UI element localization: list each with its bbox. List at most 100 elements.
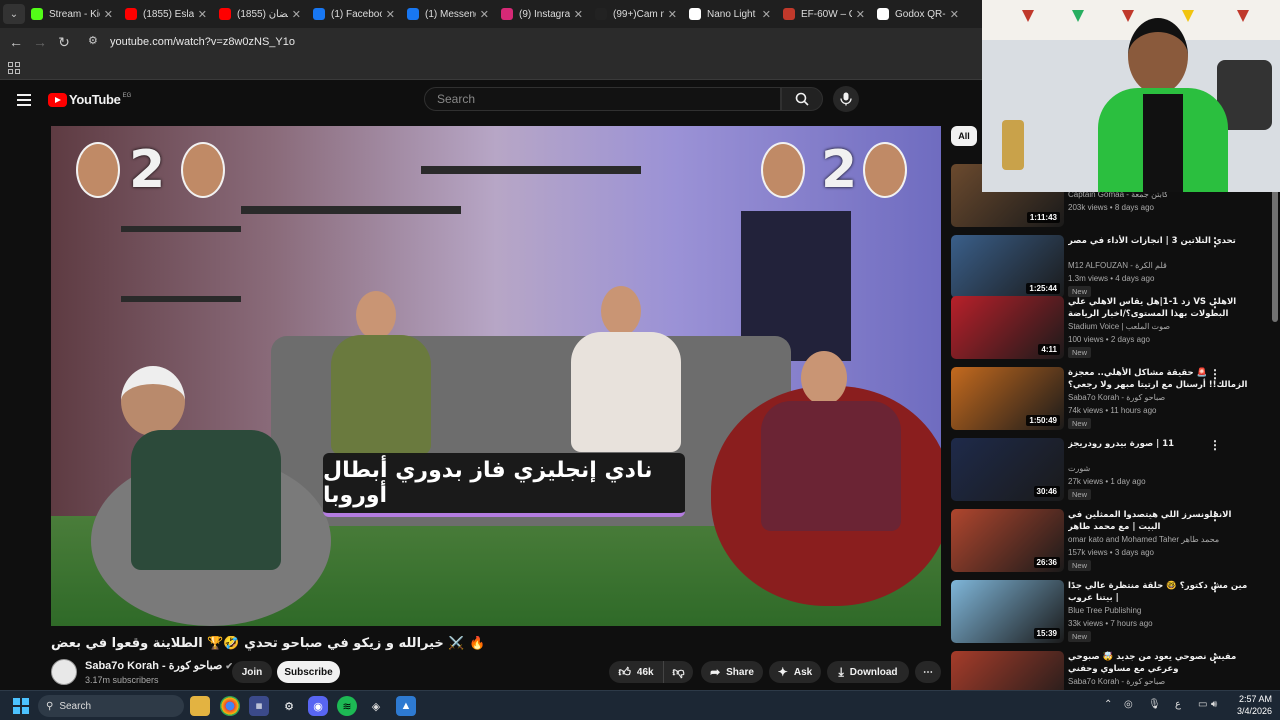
recommended-video[interactable]: 15:39 مين مش دكتور؟ 🤓 حلقة منتظرة عالي جد… [951, 580, 1273, 647]
more-vertical-icon[interactable]: ⋮ [1209, 368, 1221, 380]
filter-chip-all[interactable]: All [951, 126, 977, 146]
like-count: 46k [636, 666, 654, 678]
youtube-logo[interactable]: YouTube EG [48, 92, 131, 107]
volume-icon[interactable]: 🔊︎ [1211, 699, 1217, 710]
back-arrow-icon[interactable]: ← [4, 34, 28, 50]
keyboard-language[interactable]: ع [1175, 699, 1181, 710]
recommended-video-title[interactable]: 🚨 حقيقة مشاكل الأهلي.. معجزة الزمالك!! أ… [1068, 367, 1248, 391]
tab-close-icon[interactable]: ✕ [762, 8, 771, 21]
download-button[interactable]: ⤓ Download [827, 661, 909, 683]
country-code: EG [122, 92, 132, 99]
streamer [1098, 18, 1228, 192]
video-thumbnail[interactable]: 15:39 [951, 580, 1064, 643]
video-thumbnail[interactable]: 1:50:49 [951, 367, 1064, 430]
tab-close-icon[interactable]: ✕ [104, 8, 113, 21]
taskbar-search[interactable]: ⚲ Search [38, 695, 184, 717]
more-vertical-icon[interactable]: ⋮ [1209, 297, 1221, 309]
browser-tab[interactable]: (99+)Cam m ✕ [589, 0, 683, 28]
site-info-icon[interactable]: ⚙ [88, 34, 104, 50]
more-vertical-icon[interactable]: ⋮ [1209, 581, 1221, 593]
network-icon[interactable]: ▭ [1198, 699, 1207, 710]
team-face-right-2 [863, 142, 907, 198]
recommended-video-title[interactable]: الاهلي VS زد 1-1|هل يقاس الاهلي علي البط… [1068, 296, 1248, 320]
join-button[interactable]: Join [232, 661, 272, 683]
subscribe-button[interactable]: Subscribe [277, 661, 340, 683]
recommended-video[interactable]: 1:25:44 تحدي التلاتين 3 | انجازات الأداء … [951, 235, 1273, 302]
recommended-channel-name[interactable]: شورت [1068, 464, 1090, 473]
search-input[interactable]: Search [424, 87, 781, 111]
recommended-channel-name[interactable]: Saba7o Korah - صباحو كورة [1068, 677, 1165, 686]
tab-close-icon[interactable]: ✕ [856, 8, 865, 21]
more-vertical-icon[interactable]: ⋮ [1209, 652, 1221, 664]
recommended-video-title[interactable]: مفيش نصوحي يعود من جديد 🤯 صبوحي وعرعي مع… [1068, 651, 1248, 675]
browser-tab[interactable]: Nano Light ✕ [683, 0, 777, 28]
recommended-video[interactable]: 30:46 11 | صورة بيدرو رودريجز شورت 27k view… [951, 438, 1273, 505]
spotify-icon[interactable]: ≋ [337, 696, 357, 716]
menu-hamburger-icon[interactable] [17, 94, 31, 109]
browser-tab[interactable]: (1855) رمضان ✕ [213, 0, 307, 28]
system-clock[interactable]: 2:57 AM 3/4/2026 [1224, 693, 1272, 717]
more-vertical-icon[interactable]: ⋮ [1209, 439, 1221, 451]
forward-arrow-icon[interactable]: → [28, 34, 52, 50]
more-vertical-icon[interactable]: ⋮ [1209, 236, 1221, 248]
recommended-channel-name[interactable]: Saba7o Korah - صباحو كورة [1068, 393, 1165, 402]
recommended-channel-name[interactable]: omar kato and Mohamed Taher محمد طاهر [1068, 535, 1219, 544]
like-button[interactable]: 👍︎ 46k [609, 661, 663, 683]
recommended-video[interactable]: 4:11 الاهلي VS زد 1-1|هل يقاس الاهلي علي … [951, 296, 1273, 363]
recommended-video-title[interactable]: 11 | صورة بيدرو رودريجز [1068, 438, 1248, 462]
channel-avatar[interactable] [51, 659, 77, 685]
video-thumbnail[interactable]: 1:25:44 [951, 235, 1064, 298]
settings-gear-icon[interactable]: ⚙ [279, 696, 299, 716]
tab-close-icon[interactable]: ✕ [480, 8, 489, 21]
browser-tab[interactable]: (1) Messenger ✕ [401, 0, 495, 28]
more-vertical-icon[interactable]: ⋮ [1209, 510, 1221, 522]
tab-close-icon[interactable]: ✕ [198, 8, 207, 21]
browser-tab[interactable]: (1) Facebook ✕ [307, 0, 401, 28]
recommended-video-title[interactable]: مين مش دكتور؟ 🤓 حلقة منتظرة عالي جدًا | … [1068, 580, 1248, 604]
recommended-video[interactable]: 26:36 الانفلونسرز اللي هيتصدوا الممثلين ف… [951, 509, 1273, 576]
search-button[interactable] [781, 87, 823, 111]
video-thumbnail[interactable]: 26:36 [951, 509, 1064, 572]
recommended-video-title[interactable]: تحدي التلاتين 3 | انجازات الأداء في مصر [1068, 235, 1248, 259]
tab-close-icon[interactable]: ✕ [668, 8, 677, 21]
photos-icon[interactable]: ▲ [396, 696, 416, 716]
windows-start-icon[interactable] [13, 698, 29, 714]
channel-name[interactable]: Saba7o Korah - صباحو كورة ✔ [85, 659, 233, 672]
tab-label: (99+)Cam m [613, 8, 664, 20]
recommended-channel-name[interactable]: M12 ALFOUZAN - قلم الكرة [1068, 261, 1167, 270]
chrome-icon[interactable] [220, 696, 240, 716]
recommended-channel-name[interactable]: Stadium Voice | صوت الملعب [1068, 322, 1170, 331]
browser-tab[interactable]: Stream - Kick ✕ [25, 0, 119, 28]
apps-grid-icon[interactable] [8, 62, 20, 74]
file-explorer-icon[interactable] [190, 696, 210, 716]
reload-icon[interactable]: ↻ [52, 34, 76, 51]
tab-close-icon[interactable]: ✕ [386, 8, 395, 21]
browser-tab[interactable]: (1855) Eslam ✕ [119, 0, 213, 28]
tray-app-icon[interactable]: ◎ [1124, 699, 1133, 710]
tray-mic-icon[interactable]: 🎙︎ [1148, 699, 1161, 710]
share-button[interactable]: ➦ Share [701, 661, 763, 683]
app-icon[interactable]: ▦ [249, 696, 269, 716]
address-bar[interactable]: ⚙ youtube.com/watch?v=z8w0zNS_Y1o [88, 34, 295, 50]
recommended-video[interactable]: 1:50:49 🚨 حقيقة مشاكل الأهلي.. معجزة الزم… [951, 367, 1273, 434]
recommended-video-title[interactable]: الانفلونسرز اللي هيتصدوا الممثلين في الب… [1068, 509, 1248, 533]
tab-close-icon[interactable]: ✕ [950, 8, 959, 21]
more-actions-button[interactable]: ⋯ [915, 661, 941, 683]
tab-close-icon[interactable]: ✕ [292, 8, 301, 21]
tab-close-icon[interactable]: ✕ [574, 8, 583, 21]
ask-button[interactable]: ✦ Ask [769, 661, 821, 683]
browser-tab[interactable]: (9) Instagram ✕ [495, 0, 589, 28]
tray-overflow-icon[interactable]: ⌃ [1104, 699, 1112, 710]
video-thumbnail[interactable]: 4:11 [951, 296, 1064, 359]
browser-tab[interactable]: EF-60W – C ✕ [777, 0, 871, 28]
recommended-channel-name[interactable]: Blue Tree Publishing [1068, 606, 1141, 615]
video-title: 🔥 ⚔️ خيرالله و زيكو في صباحو تحدي 🤣🏆 الط… [51, 636, 486, 651]
dislike-button[interactable]: 👎︎ [663, 661, 693, 683]
obs-icon[interactable]: ◈ [366, 696, 386, 716]
tab-search-chevron-icon[interactable]: ⌄ [3, 4, 25, 24]
discord-icon[interactable]: ◉ [308, 696, 328, 716]
video-player[interactable]: 2 2 نادي إنجليزي فاز بدوري أبطال أوروبا [51, 126, 941, 626]
voice-search-button[interactable] [833, 86, 859, 112]
browser-tab[interactable]: Godox QR-P ✕ [871, 0, 965, 28]
video-thumbnail[interactable]: 30:46 [951, 438, 1064, 501]
